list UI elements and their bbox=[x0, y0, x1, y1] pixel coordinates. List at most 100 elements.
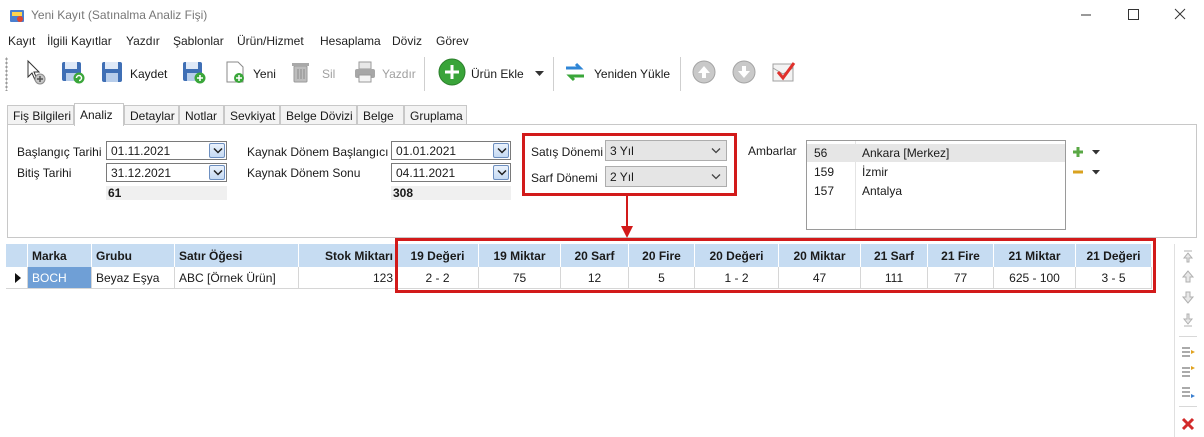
grid-side-toolbar bbox=[1174, 244, 1200, 437]
warehouse-name: İzmir bbox=[862, 165, 888, 179]
period-columns-highlight-box bbox=[395, 238, 1156, 293]
toolbar-grip[interactable] bbox=[5, 57, 8, 91]
cell-stok-miktari[interactable]: 123 bbox=[299, 267, 397, 289]
consumption-period-label: Sarf Dönemi bbox=[531, 171, 598, 185]
plus-icon[interactable] bbox=[1072, 146, 1084, 158]
move-bottom-icon[interactable] bbox=[1180, 312, 1196, 328]
menu-ilgili-kayitlar[interactable]: İlgili Kayıtlar bbox=[47, 34, 112, 48]
column-header-marka[interactable]: Marka bbox=[28, 244, 92, 267]
end-date-label: Bitiş Tarihi bbox=[17, 166, 72, 180]
source-end-value: 04.11.2021 bbox=[396, 166, 456, 180]
menu-doviz[interactable]: Döviz bbox=[392, 34, 422, 48]
move-up-icon[interactable] bbox=[1180, 268, 1196, 284]
menu-gorev[interactable]: Görev bbox=[436, 34, 469, 48]
minus-icon[interactable] bbox=[1072, 166, 1084, 178]
add-product-icon[interactable] bbox=[437, 57, 467, 87]
list-item[interactable]: 159 İzmir bbox=[807, 163, 1065, 181]
start-date-picker[interactable]: 01.11.2021 bbox=[106, 141, 227, 160]
add-product-dropdown-icon[interactable] bbox=[535, 71, 544, 77]
print-button[interactable]: Yazdır bbox=[382, 67, 416, 81]
tab-gruplama[interactable]: Gruplama bbox=[404, 105, 467, 125]
delete-icon bbox=[292, 63, 309, 83]
tab-label: Belge Dövizi bbox=[286, 109, 353, 123]
menu-yazdir[interactable]: Yazdır bbox=[126, 34, 160, 48]
column-header-satir-ogesi[interactable]: Satır Öğesi bbox=[175, 244, 299, 267]
source-end-picker[interactable]: 04.11.2021 bbox=[391, 163, 511, 182]
menu-hesaplama[interactable]: Hesaplama bbox=[320, 34, 381, 48]
reload-icon[interactable] bbox=[562, 59, 588, 85]
app-icon bbox=[10, 10, 24, 22]
chevron-down-icon bbox=[213, 148, 223, 154]
tab-label: Belge bbox=[363, 109, 394, 123]
cell-marka[interactable]: BOCH bbox=[28, 267, 92, 289]
start-date-dropdown[interactable] bbox=[209, 143, 225, 158]
move-down-icon[interactable] bbox=[731, 59, 757, 85]
source-start-picker[interactable]: 01.01.2021 bbox=[391, 141, 511, 160]
source-end-dropdown[interactable] bbox=[493, 165, 509, 180]
tab-analiz[interactable]: Analiz bbox=[74, 103, 124, 126]
tab-belge-dovizi[interactable]: Belge Dövizi bbox=[280, 105, 357, 125]
cell-grubu[interactable]: Beyaz Eşya bbox=[92, 267, 175, 289]
source-day-count: 308 bbox=[391, 186, 511, 200]
insert-row-below-icon[interactable] bbox=[1180, 384, 1196, 400]
close-button[interactable] bbox=[1168, 4, 1192, 26]
add-product-button[interactable]: Ürün Ekle bbox=[471, 67, 524, 81]
arrow-down-icon bbox=[621, 195, 633, 238]
cell-satir-ogesi[interactable]: ABC [Örnek Ürün] bbox=[175, 267, 299, 289]
warehouse-list[interactable]: 56 Ankara [Merkez] 159 İzmir 157 Antalya bbox=[806, 140, 1066, 230]
source-start-label: Kaynak Dönem Başlangıcı bbox=[247, 145, 389, 159]
tab-notlar[interactable]: Notlar bbox=[179, 105, 224, 125]
analysis-filter-panel: Başlangıç Tarihi 01.11.2021 Bitiş Tarihi… bbox=[7, 124, 1197, 238]
minimize-button[interactable] bbox=[1074, 4, 1098, 26]
chevron-down-icon bbox=[213, 170, 223, 176]
new-button[interactable]: Yeni bbox=[253, 67, 276, 81]
tab-belge[interactable]: Belge bbox=[357, 105, 404, 125]
close-icon bbox=[1174, 8, 1186, 20]
save-refresh-icon[interactable] bbox=[60, 59, 86, 85]
end-date-value: 31.12.2021 bbox=[111, 166, 172, 180]
chevron-down-icon bbox=[711, 174, 721, 180]
tab-sevkiyat[interactable]: Sevkiyat bbox=[224, 105, 280, 125]
column-header-stok-miktari[interactable]: Stok Miktarı bbox=[299, 244, 397, 267]
move-down-icon[interactable] bbox=[1180, 290, 1196, 306]
move-top-icon[interactable] bbox=[1180, 248, 1196, 264]
toolbar-separator bbox=[553, 57, 554, 91]
maximize-button[interactable] bbox=[1121, 4, 1145, 26]
save-new-icon[interactable] bbox=[181, 59, 207, 85]
row-indicator[interactable] bbox=[6, 267, 28, 289]
end-date-picker[interactable]: 31.12.2021 bbox=[106, 163, 227, 182]
insert-row-above-icon[interactable] bbox=[1180, 364, 1196, 380]
menu-kayit[interactable]: Kayıt bbox=[8, 34, 35, 48]
tab-fis-bilgileri[interactable]: Fiş Bilgileri bbox=[7, 105, 74, 125]
sales-period-label: Satış Dönemi bbox=[531, 145, 604, 159]
start-date-value: 01.11.2021 bbox=[111, 144, 171, 158]
analysis-grid: Marka Grubu Satır Öğesi Stok Miktarı 19 … bbox=[6, 238, 1156, 437]
start-date-label: Başlangıç Tarihi bbox=[17, 145, 102, 159]
save-button[interactable]: Kaydet bbox=[130, 67, 167, 81]
end-date-dropdown[interactable] bbox=[209, 165, 225, 180]
list-item[interactable]: 56 Ankara [Merkez] bbox=[807, 144, 1065, 162]
warehouse-name: Ankara [Merkez] bbox=[862, 146, 950, 160]
tab-detaylar[interactable]: Detaylar bbox=[124, 105, 179, 125]
move-up-icon[interactable] bbox=[691, 59, 717, 85]
toolbar: Kaydet Yeni Sil Yazdır Ürün Ekle Yeniden… bbox=[0, 51, 1204, 97]
insert-row-icon[interactable] bbox=[1180, 344, 1196, 360]
column-header-grubu[interactable]: Grubu bbox=[92, 244, 175, 267]
delete-row-icon[interactable] bbox=[1180, 416, 1196, 432]
save-icon[interactable] bbox=[99, 59, 125, 85]
menu-urun-hizmet[interactable]: Ürün/Hizmet bbox=[237, 34, 304, 48]
add-warehouse-dropdown-icon[interactable] bbox=[1092, 150, 1100, 155]
side-separator bbox=[1179, 336, 1197, 337]
source-start-dropdown[interactable] bbox=[493, 143, 509, 158]
reload-button[interactable]: Yeniden Yükle bbox=[594, 67, 670, 81]
approve-icon[interactable] bbox=[770, 59, 796, 85]
remove-warehouse-dropdown-icon[interactable] bbox=[1092, 170, 1100, 175]
new-document-icon[interactable] bbox=[222, 59, 248, 85]
list-item[interactable]: 157 Antalya bbox=[807, 182, 1065, 200]
cursor-add-icon[interactable] bbox=[22, 59, 48, 85]
delete-button[interactable]: Sil bbox=[322, 67, 335, 81]
consumption-period-select[interactable]: 2 Yıl bbox=[605, 166, 727, 187]
menu-sablonlar[interactable]: Şablonlar bbox=[173, 34, 224, 48]
sales-period-select[interactable]: 3 Yıl bbox=[605, 140, 727, 161]
warehouse-name: Antalya bbox=[862, 184, 903, 198]
